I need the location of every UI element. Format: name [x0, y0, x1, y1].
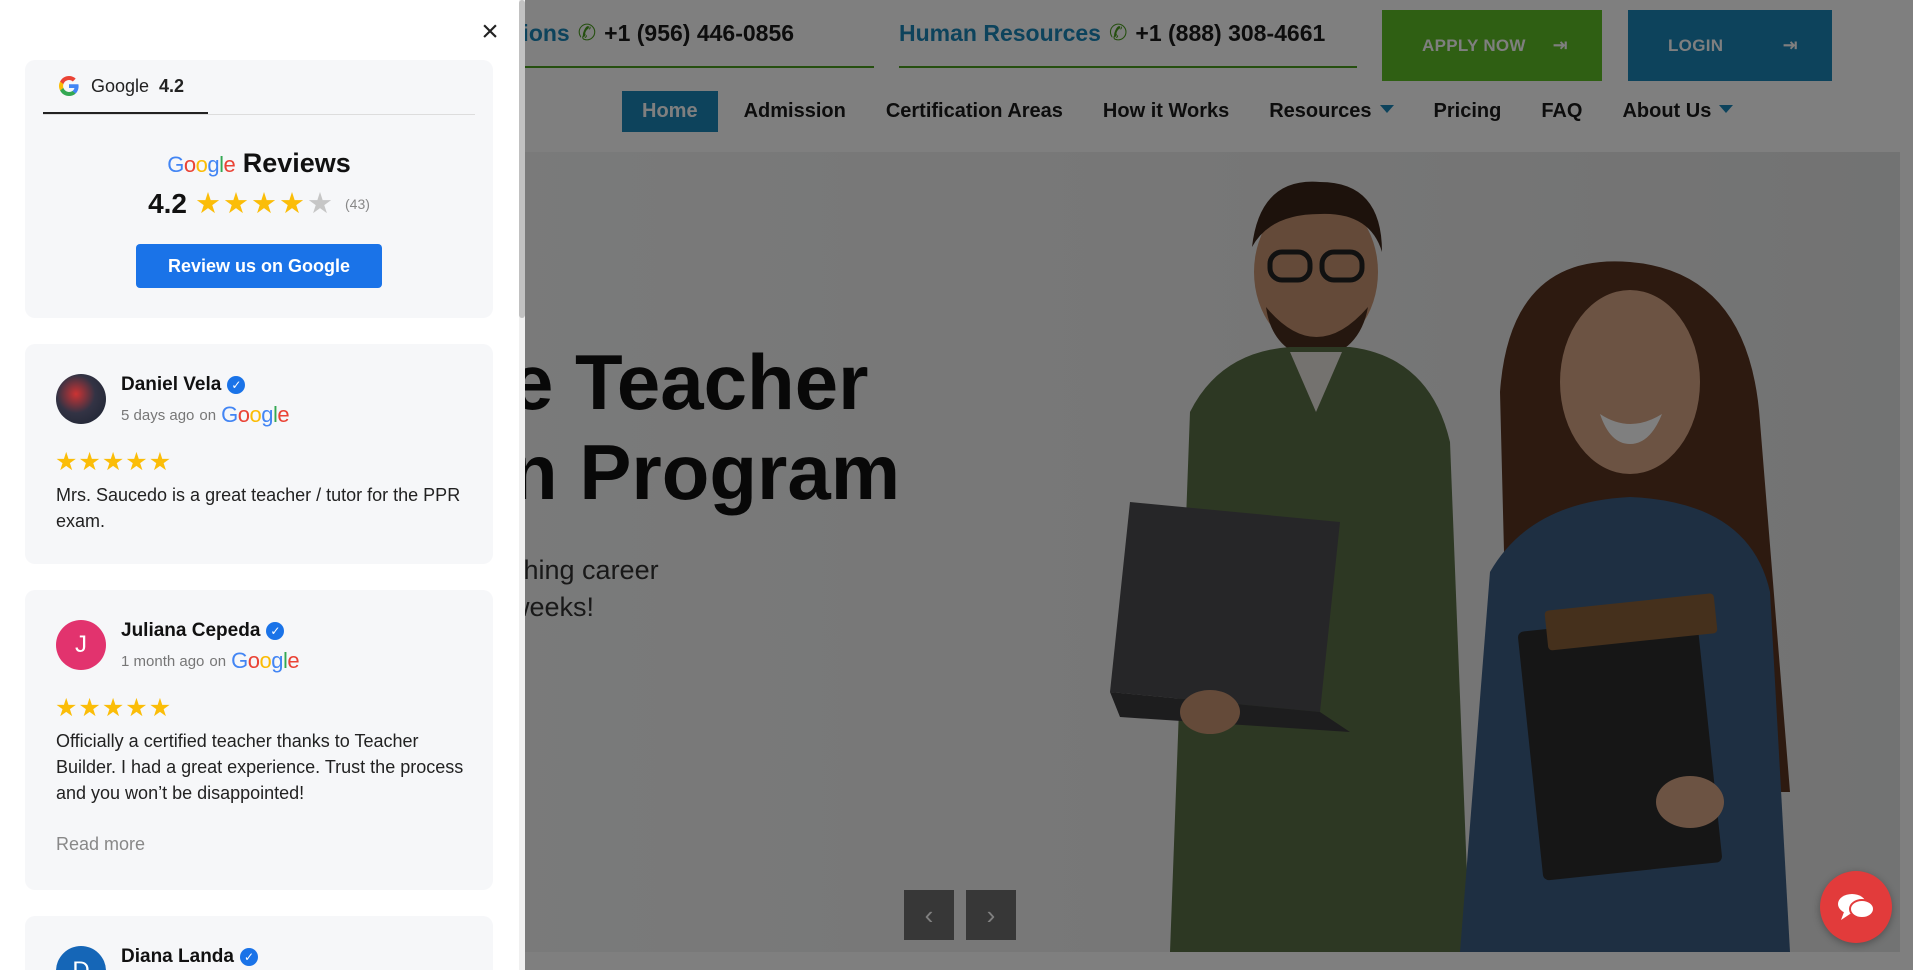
verified-icon: ✓ — [239, 948, 258, 966]
google-wordmark: Google — [167, 152, 236, 177]
star-icon: ★ — [125, 448, 148, 476]
review-text: Officially a certified teacher thanks to… — [56, 731, 464, 803]
reviewer-name-text: Diana Landa — [121, 946, 234, 967]
avatar — [56, 374, 106, 424]
rating-value: 4.2 — [148, 188, 188, 219]
google-reviews-drawer: × Google 4.2 Google Reviews 4.2 ★ ★ ★ ★ … — [0, 0, 525, 970]
review-meta: 5 days ago on Google — [121, 402, 290, 428]
star-icon: ★ — [55, 694, 78, 722]
reviewer-name-text: Daniel Vela — [121, 374, 222, 395]
review-on: on — [199, 406, 217, 424]
reviews-summary-card: Google 4.2 Google Reviews 4.2 ★ ★ ★ ★ ★ … — [25, 60, 493, 318]
google-g-icon — [59, 76, 79, 96]
star-icon: ★ — [195, 187, 222, 220]
heading-suffix: Reviews — [242, 148, 351, 178]
star-icon: ★ — [148, 694, 172, 722]
star-icon: ★ — [78, 448, 101, 476]
reviewer-name[interactable]: Diana Landa ✓ — [121, 946, 258, 968]
verified-icon: ✓ — [227, 376, 246, 394]
review-time: 5 days ago — [121, 406, 195, 424]
star-icon: ★ — [78, 694, 101, 722]
reviewer-name-text: Juliana Cepeda — [121, 620, 261, 641]
tab-divider — [43, 114, 475, 115]
tab-google[interactable]: Google 4.2 — [43, 60, 208, 115]
review-stars: ★ ★ ★ ★ ★ — [55, 696, 171, 721]
avatar: D — [56, 946, 106, 970]
star-icon: ★ — [251, 187, 278, 220]
close-icon[interactable]: × — [478, 17, 502, 47]
review-stars: ★ ★ ★ ★ ★ — [55, 450, 171, 475]
star-icon: ★ — [101, 694, 125, 722]
review-card: D Diana Landa ✓ — [25, 916, 493, 970]
overall-rating: 4.2 ★ ★ ★ ★ ★ (43) — [25, 188, 493, 220]
chat-bubble-icon — [1838, 894, 1875, 920]
rating-stars: ★ ★ ★ ★ ★ — [195, 187, 334, 220]
scrollbar-thumb[interactable] — [519, 0, 525, 318]
google-logo: Google — [221, 402, 290, 427]
star-icon: ★ — [101, 448, 125, 476]
star-icon: ★ — [148, 448, 172, 476]
star-icon: ★ — [279, 187, 306, 220]
review-us-button[interactable]: Review us on Google — [136, 244, 382, 288]
chat-button[interactable] — [1820, 871, 1892, 943]
tab-google-label: Google — [91, 75, 150, 96]
drawer-scrollbar[interactable] — [519, 0, 525, 970]
review-time: 1 month ago — [121, 652, 205, 670]
star-icon: ★ — [223, 187, 250, 220]
reviewer-name[interactable]: Juliana Cepeda ✓ — [121, 620, 285, 642]
google-logo: Google — [231, 648, 300, 673]
star-empty-icon: ★ — [307, 187, 334, 220]
review-text: Mrs. Saucedo is a great teacher / tutor … — [56, 485, 461, 531]
review-meta: 1 month ago on Google — [121, 648, 300, 674]
google-reviews-heading: Google Reviews — [25, 148, 493, 179]
review-count: (43) — [345, 196, 370, 212]
review-card: Daniel Vela ✓ 5 days ago on Google ★ ★ ★… — [25, 344, 493, 564]
star-icon: ★ — [55, 448, 78, 476]
verified-icon: ✓ — [266, 622, 285, 640]
tab-google-rating: 4.2 — [159, 75, 185, 96]
reviewer-name[interactable]: Daniel Vela ✓ — [121, 374, 246, 396]
star-icon: ★ — [125, 694, 148, 722]
read-more-link[interactable]: Read more — [56, 834, 145, 855]
review-card: J Juliana Cepeda ✓ 1 month ago on Google… — [25, 590, 493, 890]
review-on: on — [209, 652, 227, 670]
avatar: J — [56, 620, 106, 670]
